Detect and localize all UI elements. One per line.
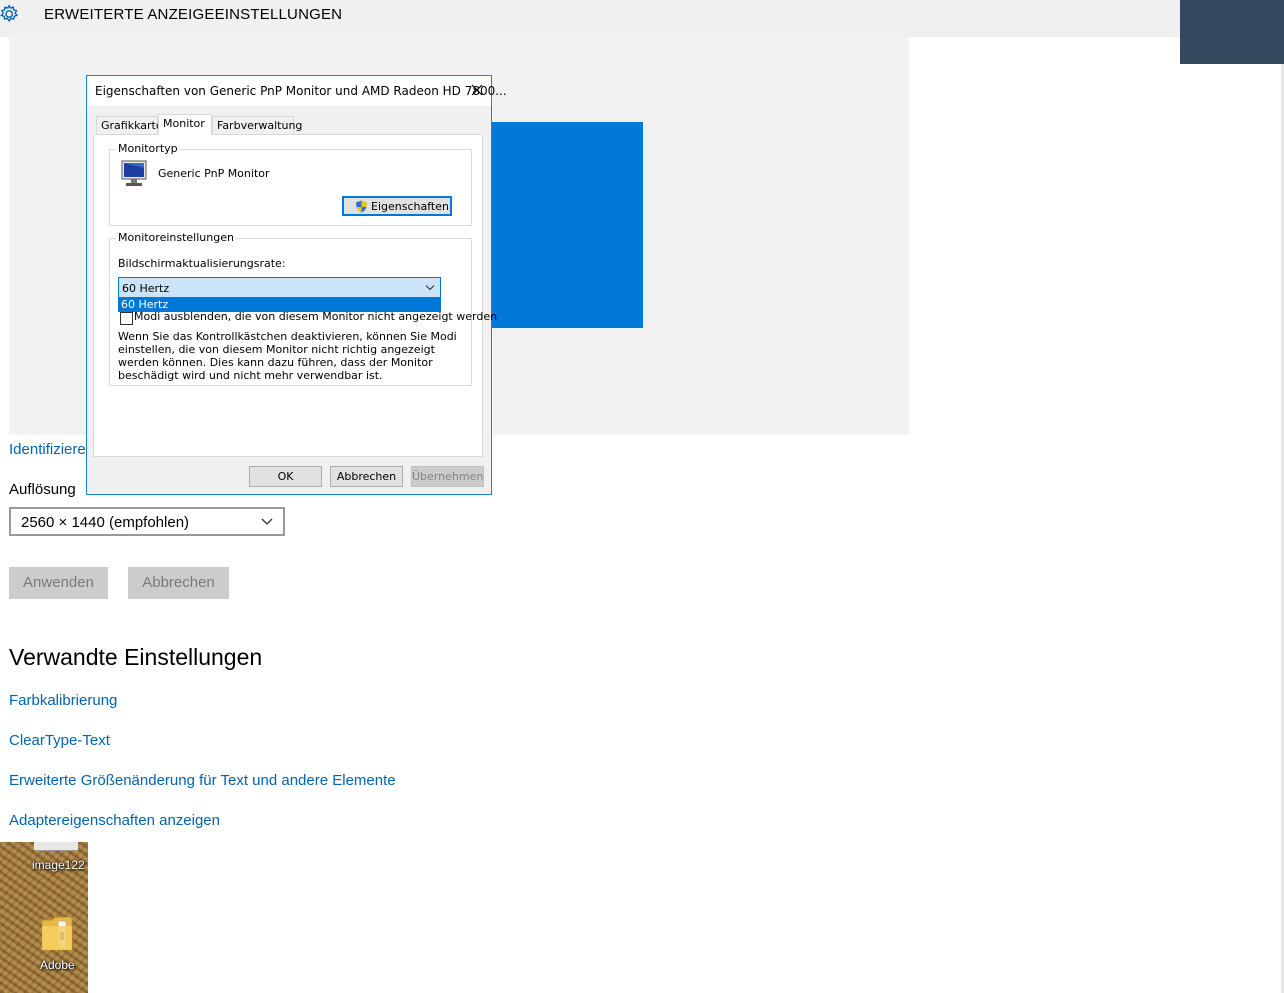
resolution-select[interactable]: 2560 × 1440 (empfohlen) [9, 507, 285, 536]
resolution-label: Auflösung [9, 481, 76, 498]
color-calibration-link[interactable]: Farbkalibrierung [9, 692, 117, 709]
gear-icon[interactable] [0, 3, 22, 25]
refresh-rate-option[interactable]: 60 Hertz [118, 298, 441, 312]
advanced-sizing-link[interactable]: Erweiterte Größenänderung für Text und a… [9, 772, 396, 789]
desktop-icon-label[interactable]: Adobe [40, 958, 75, 972]
monitor-settings-group: Monitoreinstellungen Bildschirmaktualisi… [109, 231, 497, 386]
refresh-rate-value: 60 Hertz [122, 282, 170, 295]
warning-text: Wenn Sie das Kontrollkästchen deaktivier… [118, 330, 457, 382]
refresh-rate-label: Bildschirmaktualisierungsrate: [118, 257, 286, 270]
cancel-button[interactable]: Abbrechen [128, 567, 229, 599]
monitor-name: Generic PnP Monitor [158, 167, 270, 180]
title-bar: ERWEITERTE ANZEIGEEINSTELLUNGEN [0, 0, 1180, 37]
window-corner-panel [1180, 0, 1284, 64]
close-icon[interactable] [471, 84, 483, 96]
window-title: ERWEITERTE ANZEIGEEINSTELLUNGEN [44, 6, 343, 23]
dialog-cancel-button[interactable]: Abbrechen [330, 466, 403, 487]
dialog-apply-button[interactable]: Übernehmen [411, 466, 484, 487]
tab-farbverwaltung[interactable]: Farbverwaltung [212, 116, 302, 134]
tab-grafikkarte[interactable]: Grafikkarte [96, 116, 163, 134]
apply-button[interactable]: Anwenden [9, 567, 108, 599]
monitor-type-group: Monitortyp Generic PnP Monitor Eigenscha… [109, 142, 472, 226]
monitor-properties-dialog: Eigenschaften von Generic PnP Monitor un… [86, 75, 507, 495]
identify-link[interactable]: Identifiziere [9, 441, 86, 458]
hide-modes-checkbox[interactable] [120, 312, 133, 325]
related-settings-heading: Verwandte Einstellungen [9, 644, 263, 670]
group-legend: Monitoreinstellungen [116, 231, 236, 244]
properties-button-label: Eigenschaften [371, 200, 449, 213]
folder-icon[interactable] [40, 912, 74, 954]
image-thumbnail-icon[interactable] [34, 842, 78, 851]
desktop-icon-label[interactable]: image122 [32, 858, 85, 872]
adapter-properties-link[interactable]: Adaptereigenschaften anzeigen [9, 812, 220, 829]
monitor-tab-panel: Monitortyp Generic PnP Monitor Eigenscha… [93, 134, 497, 457]
group-legend: Monitortyp [116, 142, 180, 155]
refresh-rate-select[interactable]: 60 Hertz [118, 277, 441, 298]
tab-monitor[interactable]: Monitor [158, 114, 212, 135]
monitor-icon [121, 160, 147, 186]
desktop-background: image122 Adobe [0, 842, 88, 993]
resolution-value: 2560 × 1440 (empfohlen) [21, 514, 190, 531]
dialog-title-bar[interactable]: Eigenschaften von Generic PnP Monitor un… [87, 76, 507, 106]
chevron-down-icon [425, 285, 435, 291]
properties-button[interactable]: Eigenschaften [342, 196, 452, 216]
cleartype-link[interactable]: ClearType-Text [9, 732, 110, 749]
ok-button[interactable]: OK [249, 466, 322, 487]
chevron-down-icon [261, 518, 273, 525]
dialog-title: Eigenschaften von Generic PnP Monitor un… [95, 84, 507, 98]
shield-icon [356, 200, 367, 213]
monitor-tile[interactable] [491, 122, 643, 328]
